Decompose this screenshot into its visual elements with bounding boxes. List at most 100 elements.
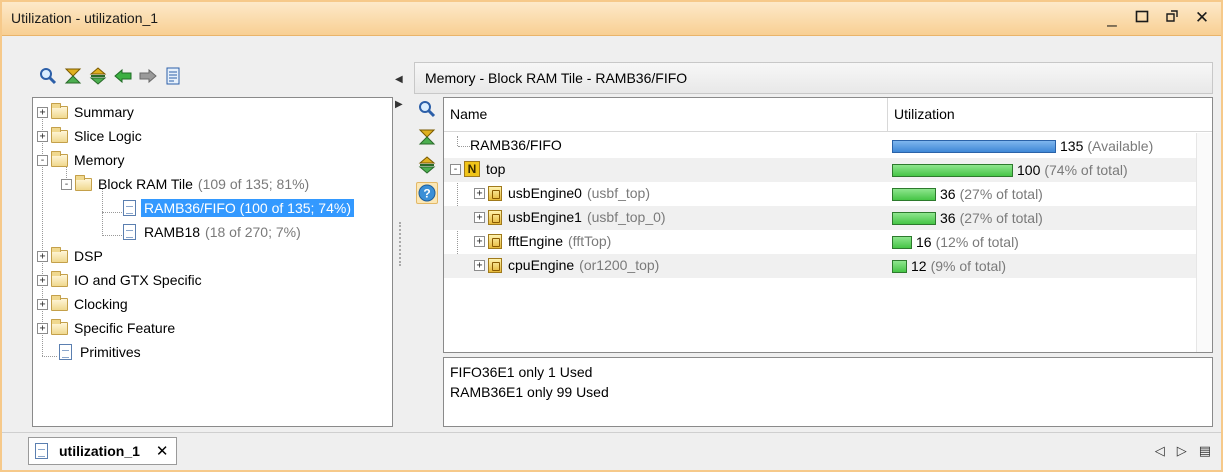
- utilization-bar: [892, 211, 936, 225]
- tab-list-icon[interactable]: ▤: [1199, 443, 1211, 459]
- column-header-name[interactable]: Name: [450, 106, 487, 122]
- column-divider[interactable]: [887, 98, 888, 132]
- tree-item-block-ram-tile[interactable]: - Block RAM Tile (109 of 135; 81%): [61, 173, 309, 195]
- detail-header: Memory - Block RAM Tile - RAMB36/FIFO: [414, 62, 1213, 94]
- row-name-cell: - N top: [450, 161, 505, 177]
- utilization-bar: [892, 259, 907, 273]
- collapse-icon[interactable]: -: [37, 154, 48, 166]
- row-name-cell: + cpuEngine (or1200_top): [474, 257, 659, 273]
- tree-item-io-gtx[interactable]: + IO and GTX Specific: [37, 269, 202, 291]
- splitter-grip[interactable]: [399, 222, 402, 266]
- utilization-note: (12% of total): [935, 234, 1019, 250]
- tree-item-specific-feature[interactable]: + Specific Feature: [37, 317, 175, 339]
- collapse-all-icon[interactable]: [63, 66, 83, 86]
- restore-icon[interactable]: [1161, 6, 1183, 30]
- close-tab-icon[interactable]: ✕: [156, 442, 169, 460]
- tree-item-label: Summary: [74, 104, 134, 120]
- expand-icon[interactable]: +: [37, 130, 48, 142]
- window-title: Utilization - utilization_1: [11, 10, 159, 26]
- table-row-cpuengine[interactable]: + cpuEngine (or1200_top) 12 (9% of total…: [444, 254, 1196, 278]
- utilization-tree: + Summary + Slice Logic - Memory - Block…: [32, 97, 393, 427]
- tree-guide-line: [102, 212, 122, 213]
- row-name-cell: + fftEngine (fftTop): [474, 233, 611, 249]
- tree-item-label: Clocking: [74, 296, 128, 312]
- close-icon[interactable]: ✕: [1191, 6, 1213, 30]
- collapse-left-arrow-icon[interactable]: ◀: [395, 74, 403, 85]
- search-icon[interactable]: [38, 66, 58, 86]
- help-icon[interactable]: ?: [416, 182, 438, 204]
- tree-item-dsp[interactable]: + DSP: [37, 245, 103, 267]
- row-name: RAMB36/FIFO: [470, 137, 562, 153]
- info-panel: FIFO36E1 only 1 Used RAMB36E1 only 99 Us…: [443, 357, 1213, 427]
- tree-item-label: DSP: [74, 248, 103, 264]
- expand-icon[interactable]: +: [37, 274, 48, 286]
- next-tab-icon[interactable]: ▷: [1177, 443, 1187, 459]
- column-header-utilization[interactable]: Utilization: [894, 106, 955, 122]
- table-row-usbengine1[interactable]: + usbEngine1 (usbf_top_0) 36 (27% of tot…: [444, 206, 1196, 230]
- utilization-value: 135: [1060, 138, 1084, 154]
- expand-icon[interactable]: +: [37, 250, 48, 262]
- row-name-cell: RAMB36/FIFO: [470, 137, 562, 153]
- search-icon[interactable]: [416, 98, 438, 120]
- row-name: usbEngine0: [508, 185, 582, 201]
- collapse-all-icon[interactable]: [416, 126, 438, 148]
- expand-all-icon[interactable]: [416, 154, 438, 176]
- tree-item-ramb18[interactable]: RAMB18 (18 of 270; 7%): [123, 221, 301, 243]
- document-icon: [35, 443, 48, 459]
- table-row-fftengine[interactable]: + fftEngine (fftTop) 16 (12% of total): [444, 230, 1196, 254]
- forward-arrow-icon[interactable]: [138, 66, 158, 86]
- table-row-top[interactable]: - N top 100 (74% of total): [444, 158, 1196, 182]
- tree-item-slice-logic[interactable]: + Slice Logic: [37, 125, 142, 147]
- tree-item-clocking[interactable]: + Clocking: [37, 293, 128, 315]
- expand-icon[interactable]: +: [474, 235, 485, 247]
- expand-icon[interactable]: +: [37, 298, 48, 310]
- utilization-window: Utilization - utilization_1 _ ✕ + Summar…: [0, 0, 1223, 472]
- tree-item-primitives[interactable]: Primitives: [59, 341, 141, 363]
- detail-title: Memory - Block RAM Tile - RAMB36/FIFO: [425, 70, 688, 86]
- tab-label: utilization_1: [59, 443, 140, 459]
- tab-utilization-1[interactable]: utilization_1 ✕: [28, 437, 178, 465]
- expand-icon[interactable]: +: [474, 211, 485, 223]
- expand-all-icon[interactable]: [88, 66, 108, 86]
- tree-item-summary[interactable]: + Summary: [37, 101, 134, 123]
- row-name: fftEngine: [508, 233, 564, 249]
- report-icon[interactable]: [163, 66, 183, 86]
- maximize-icon[interactable]: [1131, 6, 1153, 30]
- tree-item-ramb36-fifo[interactable]: RAMB36/FIFO (100 of 135; 74%): [123, 197, 354, 219]
- top-module-icon: N: [464, 161, 480, 177]
- row-utilization-cell: 36 (27% of total): [892, 186, 1043, 202]
- folder-icon: [51, 270, 68, 287]
- row-utilization-cell: 36 (27% of total): [892, 210, 1043, 226]
- back-arrow-icon[interactable]: [113, 66, 133, 86]
- expand-icon[interactable]: +: [37, 322, 48, 334]
- table-row-ramb36-fifo[interactable]: RAMB36/FIFO 135 (Available): [444, 134, 1196, 158]
- minimize-icon[interactable]: _: [1101, 6, 1123, 30]
- expand-icon[interactable]: +: [37, 106, 48, 118]
- utilization-note: (27% of total): [959, 186, 1043, 202]
- tree-guide-line: [42, 356, 57, 357]
- expand-icon[interactable]: +: [474, 187, 485, 199]
- collapse-icon[interactable]: -: [61, 178, 72, 190]
- expand-icon[interactable]: +: [474, 259, 485, 271]
- table-row-usbengine0[interactable]: + usbEngine0 (usbf_top) 36 (27% of total…: [444, 182, 1196, 206]
- tree-item-memory[interactable]: - Memory: [37, 149, 125, 171]
- utilization-value: 12: [911, 258, 927, 274]
- expand-right-arrow-icon[interactable]: ▶: [395, 99, 403, 110]
- utilization-bar: [892, 163, 1013, 177]
- row-utilization-cell: 12 (9% of total): [892, 258, 1006, 274]
- tree-item-label: Block RAM Tile: [98, 176, 193, 192]
- utilization-note: (74% of total): [1044, 162, 1128, 178]
- module-icon: [488, 257, 502, 273]
- tree-item-label: Primitives: [80, 344, 141, 360]
- row-utilization-cell: 100 (74% of total): [892, 162, 1128, 178]
- info-line: RAMB36E1 only 99 Used: [450, 384, 609, 400]
- tree-item-label: Specific Feature: [74, 320, 176, 336]
- title-bar: Utilization - utilization_1 _ ✕: [2, 2, 1221, 36]
- vertical-scrollbar[interactable]: [1196, 133, 1212, 352]
- open-folder-icon: [75, 174, 92, 191]
- svg-text:?: ?: [423, 187, 430, 201]
- previous-tab-icon[interactable]: ◁: [1155, 443, 1165, 459]
- collapse-icon[interactable]: -: [450, 163, 461, 175]
- folder-icon: [51, 318, 68, 335]
- tree-guide-line: [102, 235, 122, 236]
